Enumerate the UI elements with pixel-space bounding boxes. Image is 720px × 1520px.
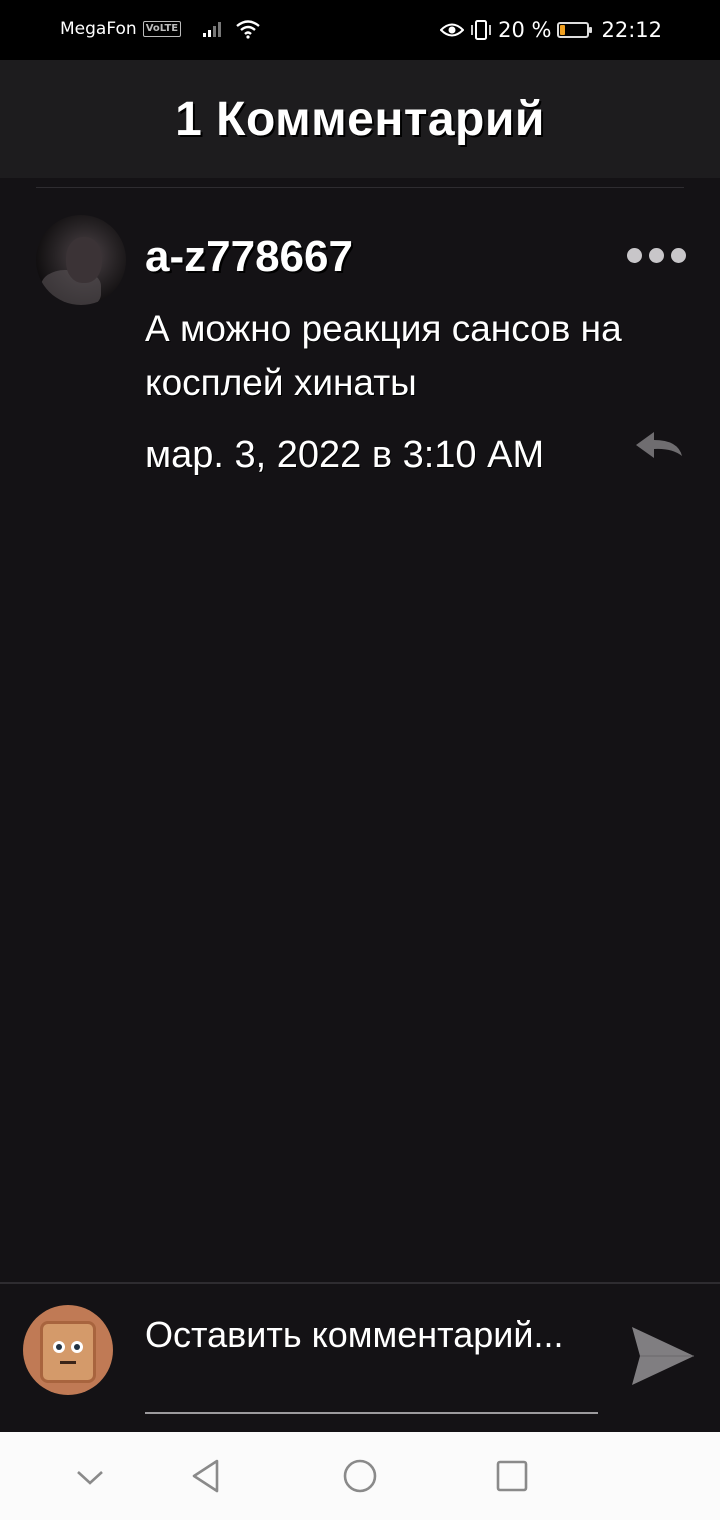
eye-comfort-icon: [440, 23, 465, 37]
comment-username[interactable]: a-z778667: [145, 232, 353, 282]
more-options-icon[interactable]: [627, 248, 693, 264]
system-nav-bar: [0, 1432, 720, 1520]
header-divider: [36, 187, 684, 188]
avatar-mouth: [60, 1361, 76, 1364]
more-dot: [649, 248, 664, 263]
signal-icon: [203, 22, 222, 37]
clock: 22:12: [601, 18, 662, 42]
battery-percent: 20 %: [498, 18, 552, 42]
send-icon[interactable]: [630, 1325, 696, 1387]
comment-timestamp: мар. 3, 2022 в 3:10 AM: [145, 434, 545, 476]
recents-icon[interactable]: [490, 1454, 534, 1498]
carrier-name: MegaFon: [60, 19, 137, 39]
status-right: 20 % 22:12: [440, 18, 662, 42]
comments-header: 1 Комментарий: [0, 60, 720, 178]
avatar-photo-face: [66, 237, 102, 283]
page-title: 1 Комментарий: [175, 92, 545, 146]
status-bar: MegaFon VoLTE 20 % 22:12: [0, 0, 720, 60]
hide-keyboard-chevron-icon[interactable]: [68, 1454, 112, 1498]
avatar-eye: [53, 1341, 65, 1353]
comment-text: А можно реакция сансов на косплей хинаты: [145, 308, 622, 403]
status-left: MegaFon VoLTE: [60, 19, 261, 39]
commenter-avatar[interactable]: [36, 215, 126, 305]
more-dot: [627, 248, 642, 263]
wifi-icon: [236, 20, 260, 39]
vibrate-icon: [471, 20, 491, 40]
comment-input[interactable]: Оставить комментарий...: [145, 1312, 598, 1412]
input-underline: [145, 1412, 598, 1414]
composer-divider: [0, 1282, 720, 1284]
avatar-cracker-shape: [40, 1321, 96, 1383]
volte-badge: VoLTE: [142, 21, 182, 37]
more-dot: [671, 248, 686, 263]
battery-icon: [557, 22, 593, 38]
back-icon[interactable]: [184, 1454, 228, 1498]
avatar-eye: [71, 1341, 83, 1353]
home-icon[interactable]: [338, 1454, 382, 1498]
current-user-avatar: [23, 1305, 113, 1395]
reply-icon[interactable]: [632, 428, 686, 462]
battery-level-fill: [560, 25, 566, 35]
